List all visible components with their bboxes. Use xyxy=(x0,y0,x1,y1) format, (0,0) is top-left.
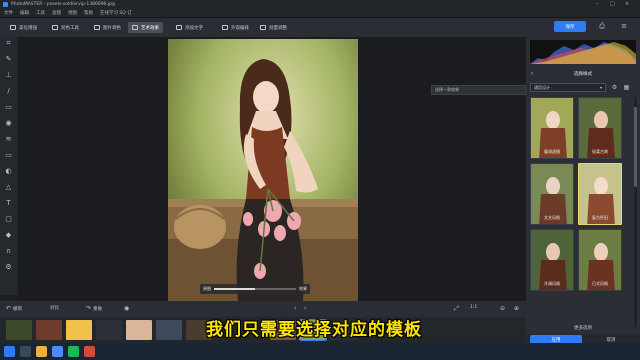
mask-icon[interactable]: ▢ xyxy=(4,215,13,224)
template-card[interactable]: 文艺风格 xyxy=(530,163,574,225)
template-card[interactable]: 冷调风格 xyxy=(530,229,574,291)
stamp-icon[interactable]: ⊥ xyxy=(4,71,13,80)
view-toggle-icon[interactable]: ◉ xyxy=(124,305,131,312)
menu-tools[interactable]: 工具 xyxy=(36,10,45,16)
tool-art-effect-button[interactable]: 艺术效果 xyxy=(128,22,163,33)
browser-icon[interactable] xyxy=(52,346,63,357)
prev-page-icon[interactable]: ‹ xyxy=(294,305,298,312)
thumbnail[interactable] xyxy=(36,320,62,340)
template-card[interactable]: 日式风格 xyxy=(578,229,622,291)
app-icon[interactable] xyxy=(68,346,79,357)
compare-fill xyxy=(214,288,255,290)
panel-title: 选择样式 xyxy=(574,71,592,77)
os-taskbar xyxy=(0,343,640,360)
close-icon[interactable]: × xyxy=(625,1,629,7)
save-button[interactable]: 保存 xyxy=(554,21,586,32)
print-icon[interactable]: ⎙ xyxy=(598,22,606,30)
template-card-selected[interactable]: 复古怀旧 xyxy=(578,163,622,225)
layout-icon xyxy=(222,25,228,30)
gradient-icon[interactable]: ◐ xyxy=(4,167,13,176)
menu-help[interactable]: 帮助 xyxy=(84,10,93,16)
tool-layout-button[interactable]: 外观编排 xyxy=(218,22,253,33)
histogram xyxy=(530,40,636,64)
zoom-label[interactable]: 1:1 xyxy=(470,305,477,310)
tool-text-button[interactable]: 添加文字 xyxy=(172,22,207,33)
redo-button[interactable]: ↷ 重做 xyxy=(86,305,102,312)
art-effect-icon xyxy=(132,25,138,30)
settings-icon[interactable]: ⚙ xyxy=(610,83,619,92)
redo-icon: ↷ xyxy=(86,305,92,312)
enhance-icon xyxy=(10,25,16,30)
thumbnail[interactable] xyxy=(96,320,122,340)
template-card[interactable]: 暖调滤镜 xyxy=(530,97,574,159)
window-title: PhotoMASTER - pexels-soldiervip-1386696.… xyxy=(11,2,115,7)
color-icon xyxy=(94,25,100,30)
text-icon xyxy=(176,25,182,30)
scrollbar-thumb[interactable] xyxy=(634,107,637,187)
menu-icon[interactable]: ≡ xyxy=(620,22,628,30)
tool-color-button[interactable]: 图片调色 xyxy=(90,22,125,33)
thumbnail[interactable] xyxy=(156,320,182,340)
compare-button[interactable]: 对比 xyxy=(50,305,59,311)
thumbnail[interactable] xyxy=(126,320,152,340)
menu-edit[interactable]: 编辑 xyxy=(20,10,29,16)
eraser-icon[interactable]: ▭ xyxy=(4,103,13,112)
effects-panel: ‹ 选择样式 通用设计 ▾ ⚙ ▦ 暖调滤镜 轻柔古典 文艺风格 复古怀旧 冷调… xyxy=(526,37,640,346)
magnet-icon[interactable]: ∩ xyxy=(4,247,13,256)
crop-icon[interactable]: ⌗ xyxy=(4,39,13,48)
menu-view[interactable]: 视图 xyxy=(68,10,77,16)
template-card[interactable]: 轻柔古典 xyxy=(578,97,622,159)
fill-icon[interactable]: ◆ xyxy=(4,231,13,240)
next-page-icon[interactable]: › xyxy=(304,305,308,312)
maximize-icon[interactable]: □ xyxy=(610,1,615,7)
photo-canvas[interactable]: 原图 效果 xyxy=(18,37,526,301)
after-label: 效果 xyxy=(299,286,307,291)
compare-track[interactable] xyxy=(214,288,296,290)
app-icon[interactable] xyxy=(84,346,95,357)
sharpen-icon[interactable]: △ xyxy=(4,183,13,192)
before-label: 原图 xyxy=(203,286,211,291)
fit-screen-icon[interactable]: ⤢ xyxy=(454,305,461,313)
undo-icon: ↶ xyxy=(6,305,12,312)
retouch-icon xyxy=(52,25,58,30)
menu-learn[interactable]: 在线学习 SQ 订 xyxy=(100,10,132,16)
redeye-icon[interactable]: ◉ xyxy=(4,119,13,128)
batch-icon xyxy=(260,25,266,30)
start-icon[interactable] xyxy=(4,346,15,357)
undo-button[interactable]: ↶ 撤销 xyxy=(6,305,22,312)
main-toolbar: 美化增强 润色工具 图片调色 艺术效果 添加文字 外观编排 批量调整 xyxy=(0,18,640,37)
left-toolbar: ⌗ ✎ ⊥ / ▭ ◉ ≋ ▭ ◐ △ T ▢ ◆ ∩ ⚙ xyxy=(0,37,18,295)
thumbnail[interactable] xyxy=(66,320,92,340)
brush-icon[interactable]: / xyxy=(4,87,13,96)
title-bar: PhotoMASTER - pexels-soldiervip-1386696.… xyxy=(0,0,640,9)
explorer-icon[interactable] xyxy=(36,346,47,357)
search-icon[interactable] xyxy=(20,346,31,357)
edited-photo xyxy=(168,39,358,301)
grid-view-icon[interactable]: ▦ xyxy=(622,83,631,92)
compare-slider[interactable]: 原图 效果 xyxy=(200,284,310,294)
minimize-icon[interactable]: – xyxy=(596,1,599,7)
blur-icon[interactable]: ≋ xyxy=(4,135,13,144)
tool-enhance-button[interactable]: 美化增强 xyxy=(6,22,41,33)
settings-icon[interactable]: ⚙ xyxy=(4,263,13,272)
app-logo-icon xyxy=(3,2,8,7)
type-icon[interactable]: T xyxy=(4,199,13,208)
tool-retouch-button[interactable]: 润色工具 xyxy=(48,22,83,33)
menu-file[interactable]: 文件 xyxy=(4,10,13,16)
video-subtitle: 我们只需要选择对应的模板 xyxy=(206,320,422,340)
zoom-out-icon[interactable]: ⊖ xyxy=(500,305,507,312)
menu-bar: 文件 编辑 工具 滤镜 视图 帮助 在线学习 SQ 订 xyxy=(0,9,640,18)
zoom-in-icon[interactable]: ⊕ xyxy=(514,305,521,312)
tool-batch-button[interactable]: 批量调整 xyxy=(256,22,291,33)
menu-filters[interactable]: 滤镜 xyxy=(52,10,61,16)
preset-select[interactable]: 通用设计 ▾ xyxy=(530,83,606,92)
shape-icon[interactable]: ▭ xyxy=(4,151,13,160)
style-hint: 选择一款效果 xyxy=(431,85,526,95)
panel-scrollbar[interactable] xyxy=(634,97,637,327)
thumbnail[interactable] xyxy=(6,320,32,340)
chevron-down-icon: ▾ xyxy=(599,85,602,90)
heal-icon[interactable]: ✎ xyxy=(4,55,13,64)
